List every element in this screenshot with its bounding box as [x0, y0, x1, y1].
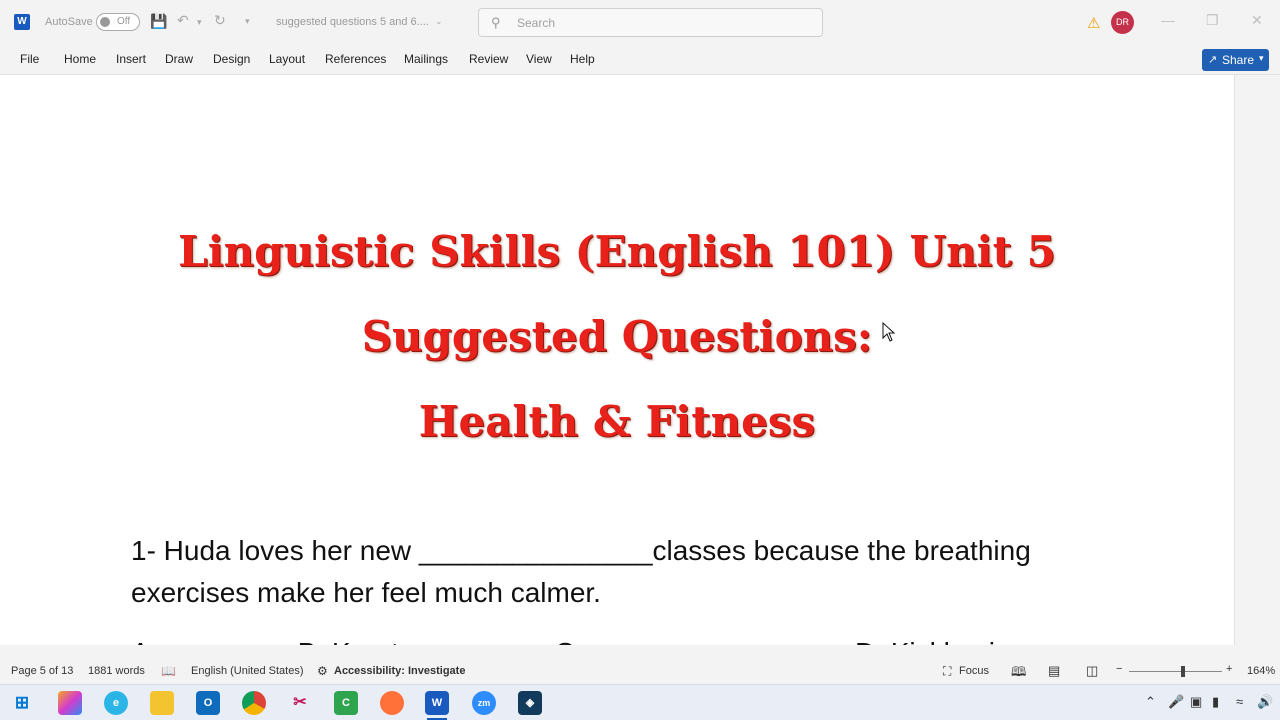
minimize-icon[interactable]: — — [1161, 12, 1175, 28]
restore-icon[interactable]: ❐ — [1206, 12, 1219, 29]
doc-title-line-2: Suggested Questions: — [361, 312, 873, 361]
accessibility-icon: ⚙ — [317, 664, 328, 678]
chrome-icon[interactable] — [242, 691, 266, 715]
close-icon[interactable]: ✕ — [1251, 12, 1263, 29]
doc-title-line-3: Health & Fitness — [418, 397, 816, 446]
avatar[interactable]: DR — [1111, 11, 1134, 34]
zoom-app-icon[interactable]: zm — [472, 691, 496, 715]
windows-taskbar: ⊞ e O ✂ C W zm ◈ ⌃ 🎤 ▣ ▮ ≈ 🔊 — [0, 684, 1280, 720]
word-taskbar-icon[interactable]: W — [425, 691, 449, 715]
tab-design[interactable]: Design — [213, 52, 250, 66]
autosave-toggle[interactable]: Off — [96, 13, 140, 31]
warning-icon[interactable]: ⚠ — [1087, 14, 1103, 32]
search-box[interactable]: ⚲ Search — [478, 8, 823, 37]
outlook-icon[interactable]: O — [196, 691, 220, 715]
question-1-line-1: 1- Huda loves her new _______________cla… — [131, 535, 1031, 566]
read-mode-icon[interactable]: 🕮 — [1011, 663, 1026, 685]
camtasia-icon[interactable]: C — [334, 691, 358, 715]
edge-icon[interactable]: e — [104, 691, 128, 715]
title-bar: W AutoSave Off 💾 ↶ ▾ ↻ ▾ suggested quest… — [0, 0, 1280, 45]
share-button[interactable]: ↗ Share ▾ — [1202, 49, 1269, 71]
status-gap — [0, 645, 1280, 660]
share-icon: ↗ — [1208, 54, 1218, 66]
tab-references[interactable]: References — [325, 52, 386, 66]
tab-view[interactable]: View — [526, 52, 552, 66]
show-hidden-icons-icon[interactable]: ⌃ — [1145, 694, 1156, 710]
autosave-state: Off — [117, 16, 131, 27]
copilot-icon[interactable] — [58, 691, 82, 715]
tab-review[interactable]: Review — [469, 52, 508, 66]
save-icon[interactable]: 💾 — [150, 13, 167, 30]
undo-dropdown-icon[interactable]: ▾ — [197, 17, 202, 28]
zoom-out-icon[interactable]: − — [1116, 663, 1122, 675]
file-explorer-icon[interactable] — [150, 691, 174, 715]
share-label: Share — [1222, 53, 1255, 67]
web-layout-icon[interactable]: ◫ — [1086, 663, 1098, 679]
tab-help[interactable]: Help — [570, 52, 595, 66]
redo-icon[interactable]: ↻ — [214, 12, 226, 29]
word-app-icon: W — [14, 14, 30, 30]
security-app-icon[interactable]: ◈ — [518, 691, 542, 715]
zoom-slider[interactable] — [1129, 671, 1222, 672]
mouse-cursor-icon — [882, 322, 896, 342]
vertical-scrollbar[interactable] — [1234, 75, 1280, 645]
question-1-line-2: exercises make her feel much calmer. — [131, 577, 601, 608]
tab-file[interactable]: File — [20, 52, 39, 66]
wifi-icon[interactable]: ≈ — [1236, 694, 1243, 709]
search-icon: ⚲ — [491, 15, 501, 30]
ribbon-tabs: File Home Insert Draw Design Layout Refe… — [0, 45, 1280, 75]
focus-button[interactable]: Focus — [959, 665, 989, 677]
doc-name-chevron-icon[interactable]: ⌄ — [435, 16, 443, 27]
volume-icon[interactable]: 🔊 — [1257, 694, 1273, 710]
snipping-tool-icon[interactable]: ✂ — [288, 691, 312, 715]
customize-toolbar-icon[interactable]: ▾ — [245, 16, 250, 27]
toggle-knob — [100, 17, 110, 27]
language-status[interactable]: English (United States) — [191, 665, 304, 677]
doc-title-line-1: Linguistic Skills (English 101) Unit 5 — [178, 227, 1056, 276]
autosave-label: AutoSave — [45, 16, 93, 28]
zoom-in-icon[interactable]: + — [1226, 663, 1232, 675]
tab-layout[interactable]: Layout — [269, 52, 305, 66]
battery-icon[interactable]: ▮ — [1212, 694, 1219, 710]
windows-start-icon[interactable]: ⊞ — [10, 691, 34, 715]
print-layout-icon[interactable]: ▤ — [1048, 663, 1060, 679]
proofing-icon[interactable]: 📖 — [161, 664, 176, 678]
status-bar: Page 5 of 13 1881 words 📖 English (Unite… — [0, 660, 1280, 684]
screen-record-icon[interactable]: ▣ — [1190, 694, 1202, 710]
accessibility-status[interactable]: Accessibility: Investigate — [334, 665, 465, 677]
focus-icon: ⛶ — [943, 664, 952, 678]
microphone-icon[interactable]: 🎤 — [1168, 694, 1184, 710]
tab-mailings[interactable]: Mailings — [404, 52, 448, 66]
document-name[interactable]: suggested questions 5 and 6.... — [276, 16, 429, 28]
document-canvas[interactable]: Linguistic Skills (English 101) Unit 5 S… — [0, 75, 1234, 645]
search-placeholder: Search — [517, 16, 556, 30]
undo-icon[interactable]: ↶ — [177, 12, 189, 29]
tab-home[interactable]: Home — [64, 52, 96, 66]
page-count[interactable]: Page 5 of 13 — [11, 665, 73, 677]
firefox-icon[interactable] — [380, 691, 404, 715]
question-1-options: A. ________ B. Karate ________ C. ______… — [131, 637, 1026, 645]
zoom-level[interactable]: 164% — [1247, 665, 1275, 677]
zoom-slider-thumb[interactable] — [1181, 666, 1185, 677]
tab-draw[interactable]: Draw — [165, 52, 193, 66]
chevron-down-icon: ▾ — [1259, 53, 1264, 63]
word-count[interactable]: 1881 words — [88, 665, 145, 677]
tab-insert[interactable]: Insert — [116, 52, 146, 66]
